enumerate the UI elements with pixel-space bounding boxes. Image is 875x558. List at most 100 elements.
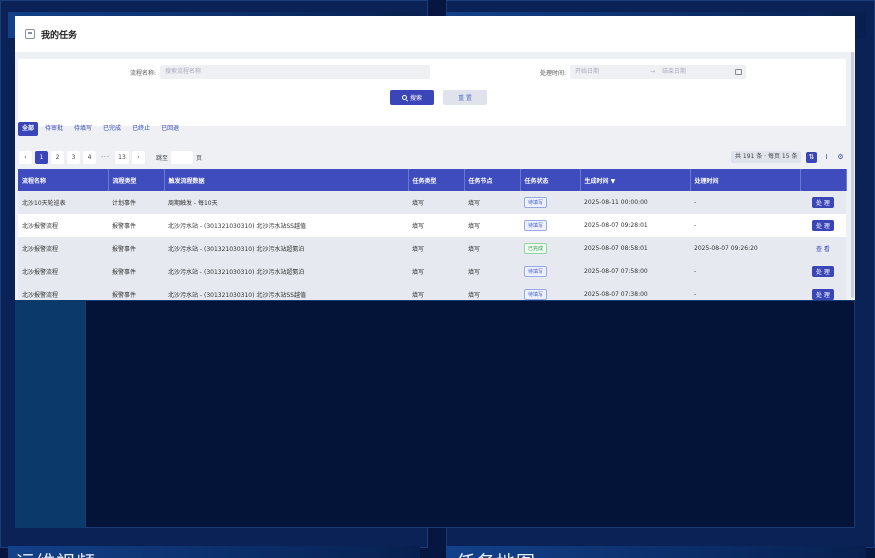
cell-handled: - bbox=[690, 260, 800, 283]
date-range-input[interactable]: 开始日期 → 结束日期 bbox=[570, 65, 746, 79]
cell-action: 处 理 bbox=[800, 283, 846, 300]
cell-trigger: 北沙污水站 - (301321030310) 北沙污水站SS越值 bbox=[164, 283, 408, 300]
tab-all[interactable]: 全部 bbox=[18, 122, 39, 136]
cell-name: 北沙报警流程 bbox=[18, 214, 108, 237]
cell-type: 报警事件 bbox=[108, 237, 164, 260]
status-badge: 待填写 bbox=[524, 197, 548, 208]
jump-suffix: 页 bbox=[196, 154, 203, 162]
cell-status: 待填写 bbox=[520, 283, 580, 300]
page-2[interactable]: 2 bbox=[51, 150, 64, 164]
page-last[interactable]: 13 bbox=[115, 150, 129, 164]
handle-button[interactable]: 处 理 bbox=[812, 266, 834, 277]
reset-button[interactable]: 重 置 bbox=[443, 90, 487, 105]
col-task-type: 任务类型 bbox=[408, 169, 465, 191]
prev-page-button[interactable]: ‹ bbox=[19, 150, 32, 164]
dashboard-content-area bbox=[85, 300, 855, 528]
cell-type: 计划事件 bbox=[108, 191, 164, 214]
tab-terminated[interactable]: 已终止 bbox=[128, 122, 154, 136]
search-button-label: 搜索 bbox=[409, 96, 422, 102]
cell-status: 待填写 bbox=[520, 260, 580, 283]
cell-node: 填写 bbox=[464, 260, 520, 283]
table-row: 北沙报警流程 报警事件 北沙污水站 - (301321030310) 北沙污水站… bbox=[18, 283, 846, 300]
col-task-status: 任务状态 bbox=[520, 169, 581, 191]
page-4[interactable]: 4 bbox=[83, 150, 96, 164]
cell-action: 查 看 bbox=[800, 237, 846, 260]
table-row: 北沙10天轮巡表 计划事件 周期触发 - 每10天 填写 填写 待填写 2025… bbox=[18, 191, 846, 214]
cell-node: 填写 bbox=[464, 214, 520, 237]
status-badge: 待填写 bbox=[524, 266, 548, 277]
cell-type: 报警事件 bbox=[108, 283, 164, 300]
cell-trigger: 北沙污水站 - (301321030310) 北沙污水站超氨泊 bbox=[164, 237, 408, 260]
cell-trigger: 北沙污水站 - (301321030310) 北沙污水站超氨泊 bbox=[164, 260, 408, 283]
cell-status: 待填写 bbox=[520, 191, 580, 214]
status-badge: 已完成 bbox=[524, 243, 548, 254]
page-1[interactable]: 1 bbox=[35, 150, 48, 164]
cell-action: 处 理 bbox=[800, 214, 846, 237]
cell-task-type: 填写 bbox=[408, 237, 464, 260]
cell-name: 北沙10天轮巡表 bbox=[18, 191, 108, 214]
density-icon[interactable]: ⇅ bbox=[806, 152, 817, 163]
page-ellipsis[interactable]: ··· bbox=[99, 151, 112, 164]
handle-time-label: 处理时间: bbox=[540, 70, 567, 77]
cell-trigger: 北沙污水站 - (301321030310) 北沙污水站SS越值 bbox=[164, 214, 408, 237]
process-name-input[interactable]: 搜索流程名称 bbox=[160, 65, 430, 79]
task-list-icon bbox=[25, 29, 35, 39]
cell-status: 已完成 bbox=[520, 237, 580, 260]
cell-action: 处 理 bbox=[800, 260, 846, 283]
col-actions bbox=[800, 169, 847, 191]
task-table: 流程名称 流程类型 触发流程数据 任务类型 任务节点 任务状态 生成时间 ▼ 处… bbox=[18, 169, 847, 300]
cell-type: 报警事件 bbox=[108, 260, 164, 283]
tab-completed[interactable]: 已完成 bbox=[99, 122, 125, 136]
tab-returned[interactable]: 已回退 bbox=[157, 122, 183, 136]
modal-title: 我的任务 bbox=[41, 30, 78, 41]
next-page-button[interactable]: › bbox=[132, 150, 145, 164]
col-handled-time: 处理时间 bbox=[690, 169, 801, 191]
total-count: 共 191 条 · 每页 15 条 bbox=[731, 151, 802, 163]
search-icon bbox=[401, 95, 407, 100]
modal-scrollbar[interactable] bbox=[851, 52, 854, 298]
page-jump: 跳至 页 bbox=[156, 150, 203, 164]
modal-header: 我的任务 bbox=[15, 16, 855, 52]
cell-handled: - bbox=[690, 191, 800, 214]
cell-trigger: 周期触发 - 每10天 bbox=[164, 191, 408, 214]
cell-node: 填写 bbox=[464, 283, 520, 300]
cell-type: 报警事件 bbox=[108, 214, 164, 237]
cell-name: 北沙报警流程 bbox=[18, 260, 108, 283]
cell-task-type: 填写 bbox=[408, 283, 464, 300]
pagination: ‹ 1 2 3 4 ··· 13 › 跳至 页 bbox=[19, 150, 202, 164]
search-button[interactable]: 搜索 bbox=[390, 90, 434, 105]
jump-page-input[interactable] bbox=[171, 150, 194, 164]
cell-created: 2025-08-07 08:58:01 bbox=[580, 237, 690, 260]
cell-created: 2025-08-07 07:58:00 bbox=[580, 260, 690, 283]
handle-button[interactable]: 处 理 bbox=[812, 289, 834, 300]
col-task-node: 任务节点 bbox=[464, 169, 521, 191]
col-trigger-data: 触发流程数据 bbox=[164, 169, 409, 191]
page-3[interactable]: 3 bbox=[67, 150, 80, 164]
column-height-icon[interactable]: Ⅰ bbox=[821, 152, 832, 163]
tab-pending-fill[interactable]: 待填写 bbox=[70, 122, 96, 136]
cell-task-type: 填写 bbox=[408, 260, 464, 283]
table-row: 北沙报警流程 报警事件 北沙污水站 - (301321030310) 北沙污水站… bbox=[18, 260, 846, 283]
dashboard-title-map: 任务地图 bbox=[456, 548, 536, 558]
status-badge: 待填写 bbox=[524, 289, 548, 300]
col-created-time[interactable]: 生成时间 ▼ bbox=[580, 169, 691, 191]
table-row: 北沙报警流程 报警事件 北沙污水站 - (301321030310) 北沙污水站… bbox=[18, 214, 846, 237]
cell-task-type: 填写 bbox=[408, 214, 464, 237]
end-date-input[interactable]: 结束日期 bbox=[662, 65, 686, 79]
start-date-input[interactable]: 开始日期 bbox=[575, 68, 599, 75]
table-row: 北沙报警流程 报警事件 北沙污水站 - (301321030310) 北沙污水站… bbox=[18, 237, 846, 260]
calendar-icon[interactable] bbox=[735, 69, 742, 75]
view-button[interactable]: 查 看 bbox=[812, 243, 834, 254]
handle-button[interactable]: 处 理 bbox=[812, 220, 834, 231]
tab-pending-approval[interactable]: 待审批 bbox=[41, 122, 67, 136]
status-tabs: 全部 待审批 待填写 已完成 已终止 已回退 bbox=[18, 122, 183, 136]
cell-action: 处 理 bbox=[800, 191, 846, 214]
filter-panel: 流程名称: 搜索流程名称 处理时间: 开始日期 → 结束日期 搜索 重 置 bbox=[18, 59, 846, 126]
cell-node: 填写 bbox=[464, 237, 520, 260]
cell-created: 2025-08-07 07:38:00 bbox=[580, 283, 690, 300]
handle-button[interactable]: 处 理 bbox=[812, 197, 834, 208]
process-name-label: 流程名称: bbox=[130, 70, 157, 77]
cell-created: 2025-08-11 00:00:00 bbox=[580, 191, 690, 214]
settings-gear-icon[interactable]: ⚙ bbox=[835, 152, 846, 163]
status-badge: 待填写 bbox=[524, 220, 548, 231]
